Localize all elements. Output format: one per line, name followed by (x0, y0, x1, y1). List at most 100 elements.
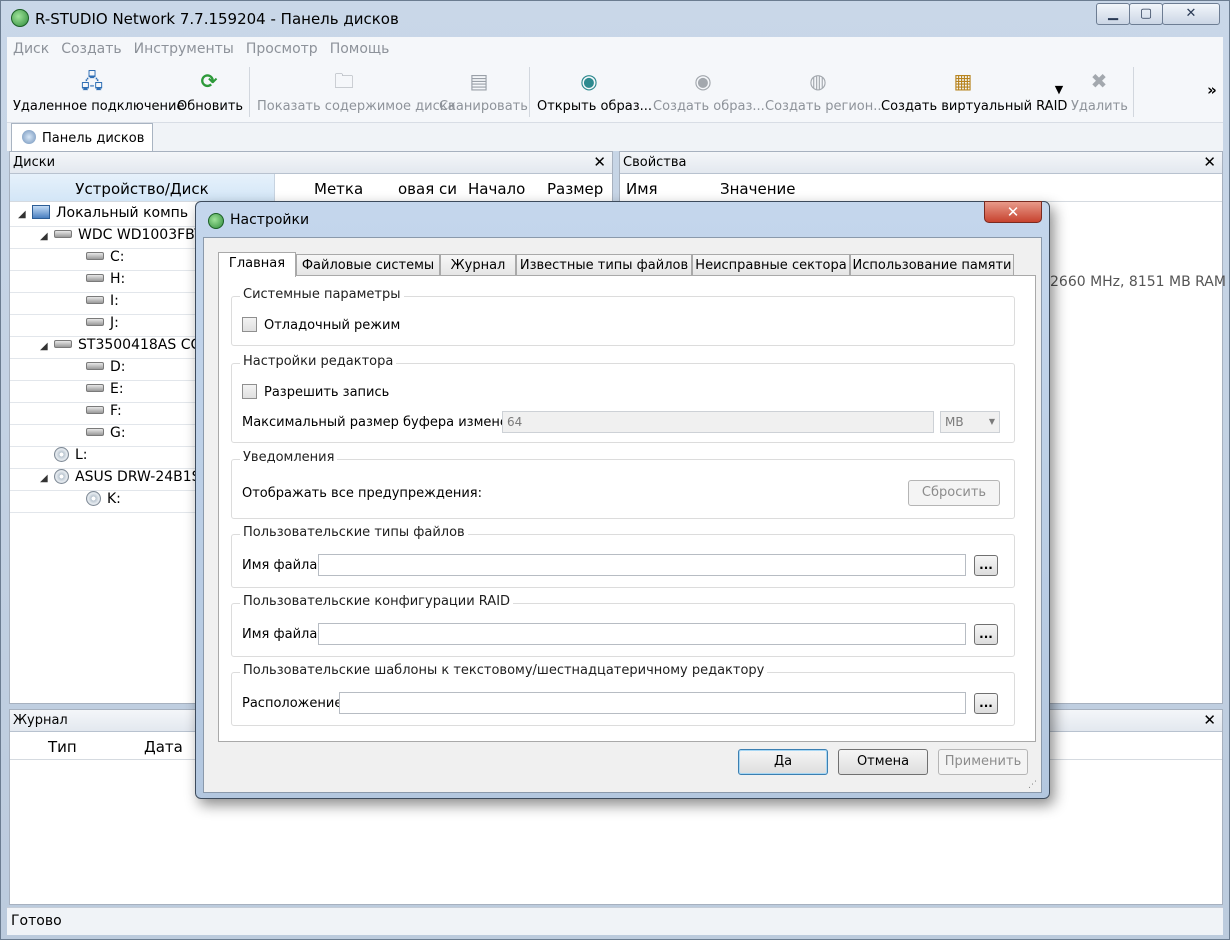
column-value[interactable]: Значение (720, 180, 796, 198)
expand-toggle-icon[interactable]: ◢ (40, 341, 54, 352)
column-label[interactable]: Метка (314, 180, 363, 198)
tree-row-label: K: (107, 491, 121, 507)
expand-toggle-icon[interactable]: ◢ (40, 231, 54, 242)
create-region-button[interactable]: ◍ Создать регион... (765, 65, 886, 121)
column-date[interactable]: Дата (144, 738, 183, 756)
tree-row[interactable]: F: (72, 403, 122, 425)
checkbox-box[interactable] (242, 317, 257, 332)
column-device[interactable]: Устройство/Диск (10, 174, 275, 201)
ok-button[interactable]: Да (738, 749, 828, 775)
raid-icon: ▦ (953, 69, 973, 93)
expand-toggle-icon[interactable]: ◢ (18, 209, 32, 220)
log-panel-close-icon[interactable]: ✕ (1203, 711, 1216, 729)
editor-settings-title: Настройки редактора (240, 354, 397, 369)
apply-button[interactable]: Применить (938, 749, 1028, 775)
properties-panel-close-icon[interactable]: ✕ (1203, 153, 1216, 171)
create-raid-label: Создать виртуальный RAID (881, 99, 1068, 114)
user-types-file-input[interactable] (318, 554, 966, 576)
show-contents-button[interactable]: 🗀 Показать содержимое диска (257, 65, 456, 121)
tab-filesystems[interactable]: Файловые системы (296, 254, 440, 276)
general-tab-page: Системные параметры Отладочный режим Нас… (218, 275, 1036, 742)
app-icon (11, 9, 29, 27)
raid-configs-group: Пользовательские конфигурации RAID Имя ф… (231, 594, 1015, 657)
window-title: R-STUDIO Network 7.7.159204 - Панель дис… (35, 10, 399, 28)
column-start[interactable]: Начало (468, 180, 525, 198)
notifications-title: Уведомления (240, 450, 338, 465)
allow-write-checkbox[interactable]: Разрешить запись (242, 384, 389, 400)
refresh-button[interactable]: ⟳ Обновить (177, 65, 243, 121)
scan-button[interactable]: ▤ Сканировать (439, 65, 528, 121)
templates-browse-button[interactable]: ... (974, 693, 998, 714)
tree-row[interactable]: H: (72, 271, 125, 293)
cancel-button[interactable]: Отмена (838, 749, 928, 775)
menu-tools[interactable]: Инструменты (128, 37, 240, 57)
tab-log[interactable]: Журнал (440, 254, 516, 276)
status-text: Готово (11, 913, 62, 929)
tree-row[interactable]: G: (72, 425, 126, 447)
tab-disk-panel[interactable]: Панель дисков (11, 123, 153, 151)
tree-row[interactable]: I: (72, 293, 119, 315)
tree-row-label: G: (110, 425, 126, 441)
open-image-button[interactable]: ◉ Открыть образ... (537, 65, 652, 121)
raid-configs-title: Пользовательские конфигурации RAID (240, 594, 514, 609)
debug-mode-checkbox[interactable]: Отладочный режим (242, 317, 400, 333)
show-warnings-label: Отображать все предупреждения: (242, 486, 483, 501)
column-name[interactable]: Имя (626, 180, 658, 198)
column-type[interactable]: Тип (48, 738, 77, 756)
user-file-types-title: Пользовательские типы файлов (240, 525, 468, 540)
tab-known-file-types[interactable]: Известные типы файлов (516, 254, 692, 276)
reset-button[interactable]: Сбросить (908, 480, 1000, 506)
tree-row[interactable]: E: (72, 381, 124, 403)
delete-button[interactable]: ✖ Удалить (1071, 65, 1128, 121)
chevron-down-icon: ▼ (988, 417, 995, 426)
column-size[interactable]: Размер (547, 180, 603, 198)
expand-toggle-icon[interactable]: ◢ (40, 473, 54, 484)
create-image-button[interactable]: ◉ Создать образ... (653, 65, 765, 121)
tree-row[interactable]: L: (40, 447, 88, 469)
dialog-close-button[interactable]: ✕ (984, 201, 1042, 223)
tree-row[interactable]: D: (72, 359, 126, 381)
close-button[interactable]: ✕ (1162, 3, 1220, 25)
tab-bad-sectors[interactable]: Неисправные сектора (692, 254, 850, 276)
raid-file-input[interactable] (318, 623, 966, 645)
buffer-size-label: Максимальный размер буфера изменений: (242, 415, 538, 430)
tab-general[interactable]: Главная (218, 252, 296, 277)
tab-memory-usage[interactable]: Использование памяти (850, 254, 1014, 276)
tree-row-label: H: (110, 271, 126, 287)
menu-view[interactable]: Просмотр (240, 37, 324, 57)
minimize-button[interactable]: ▁ (1096, 3, 1130, 25)
raid-dropdown-arrow[interactable]: ▼ (1052, 83, 1066, 99)
menu-disk[interactable]: Диск (7, 37, 55, 57)
tree-row[interactable]: ◢ WDC WD1003FBY (40, 227, 203, 249)
tree-row[interactable]: K: (72, 491, 121, 513)
tree-row[interactable]: ◢ ST3500418AS CC3 (40, 337, 209, 359)
hard-disk-icon (86, 428, 104, 436)
tree-row[interactable]: ◢ Локальный компь (18, 205, 188, 227)
raid-browse-button[interactable]: ... (974, 624, 998, 645)
checkbox-box[interactable] (242, 384, 257, 399)
tree-row-label: WDC WD1003FBY (78, 227, 203, 243)
menu-create[interactable]: Создать (55, 37, 127, 57)
create-raid-button[interactable]: ▦ Создать виртуальный RAID (881, 65, 1067, 121)
properties-panel-title: Свойства (623, 155, 687, 170)
disks-panel-close-icon[interactable]: ✕ (593, 153, 606, 171)
toolbar: 🖧 Удаленное подключение ⟳ Обновить 🗀 Пок… (7, 61, 1223, 123)
user-types-browse-button[interactable]: ... (974, 555, 998, 576)
tree-row[interactable]: J: (72, 315, 119, 337)
buffer-unit-select[interactable]: MB ▼ (940, 411, 1000, 433)
resize-grip-icon[interactable]: ⋰ (1028, 780, 1037, 790)
title-bar: R-STUDIO Network 7.7.159204 - Панель дис… (1, 1, 1229, 35)
tree-row[interactable]: C: (72, 249, 125, 271)
tree-row-label: ST3500418AS CC3 (78, 337, 210, 353)
remote-connect-button[interactable]: 🖧 Удаленное подключение (13, 65, 184, 121)
dialog-body: Главная Файловые системы Журнал Известны… (203, 237, 1042, 793)
tree-row-label: I: (110, 293, 119, 309)
maximize-button[interactable]: ▢ (1129, 3, 1163, 25)
column-filesystem[interactable]: овая си (398, 180, 457, 198)
templates-location-input[interactable] (339, 692, 966, 714)
menu-help[interactable]: Помощь (324, 37, 396, 57)
buffer-unit-value: MB (945, 415, 964, 429)
buffer-size-input[interactable]: 64 (502, 411, 934, 433)
tree-row[interactable]: ◢ ASUS DRW-24B1S (40, 469, 201, 491)
scan-icon: ▤ (469, 69, 489, 93)
